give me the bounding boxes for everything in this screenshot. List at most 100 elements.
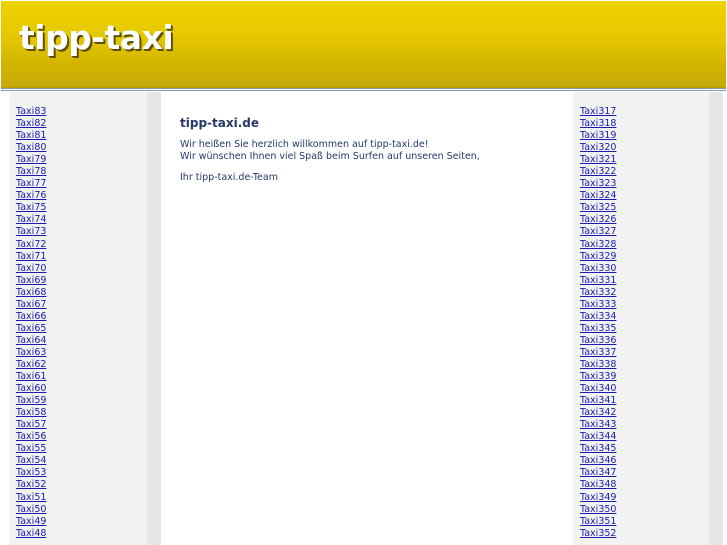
left-taxi-link[interactable]: Taxi67 [16,299,46,310]
left-taxi-link[interactable]: Taxi81 [16,130,46,141]
left-taxi-link[interactable]: Taxi58 [16,407,46,418]
right-taxi-list-item: Taxi321 [580,154,616,166]
left-taxi-link[interactable]: Taxi60 [16,383,46,394]
page: tipp-taxi Taxi83 Taxi82 Taxi81 Taxi80 Taxi79… [0,0,727,545]
right-taxi-link[interactable]: Taxi335 [580,323,616,334]
left-taxi-list-item: Taxi55 [16,443,46,455]
signature-text: Ihr tipp-taxi.de-Team [180,172,278,183]
left-taxi-link[interactable]: Taxi68 [16,287,46,298]
right-taxi-link[interactable]: Taxi327 [580,226,616,237]
right-taxi-link[interactable]: Taxi349 [580,492,616,503]
right-taxi-link[interactable]: Taxi329 [580,251,616,262]
right-taxi-list-item: Taxi349 [580,492,616,504]
left-taxi-link[interactable]: Taxi73 [16,226,46,237]
left-taxi-link[interactable]: Taxi48 [16,528,46,539]
right-taxi-link[interactable]: Taxi344 [580,431,616,442]
left-taxi-link[interactable]: Taxi50 [16,504,46,515]
left-taxi-link[interactable]: Taxi75 [16,202,46,213]
right-taxi-link[interactable]: Taxi325 [580,202,616,213]
left-taxi-link[interactable]: Taxi78 [16,166,46,177]
left-taxi-link[interactable]: Taxi74 [16,214,46,225]
right-taxi-link[interactable]: Taxi352 [580,528,616,539]
right-taxi-link[interactable]: Taxi347 [580,467,616,478]
left-taxi-list-item: Taxi71 [16,251,46,263]
left-taxi-link[interactable]: Taxi79 [16,154,46,165]
right-taxi-link[interactable]: Taxi322 [580,166,616,177]
right-taxi-link[interactable]: Taxi351 [580,516,616,527]
left-taxi-link[interactable]: Taxi51 [16,492,46,503]
right-taxi-link[interactable]: Taxi338 [580,359,616,370]
left-taxi-list-item: Taxi82 [16,118,46,130]
right-taxi-link[interactable]: Taxi340 [580,383,616,394]
left-taxi-link[interactable]: Taxi82 [16,118,46,129]
left-taxi-link[interactable]: Taxi65 [16,323,46,334]
left-taxi-list-item: Taxi80 [16,142,46,154]
right-taxi-link[interactable]: Taxi332 [580,287,616,298]
right-taxi-list-item: Taxi323 [580,178,616,190]
left-taxi-link[interactable]: Taxi66 [16,311,46,322]
page-title: tipp-taxi.de [180,116,259,130]
left-taxi-list-item: Taxi76 [16,190,46,202]
left-taxi-link[interactable]: Taxi64 [16,335,46,346]
right-taxi-link[interactable]: Taxi348 [580,479,616,490]
right-taxi-link[interactable]: Taxi321 [580,154,616,165]
right-taxi-list-item: Taxi318 [580,118,616,130]
left-taxi-list-item: Taxi69 [16,275,46,287]
left-taxi-link[interactable]: Taxi63 [16,347,46,358]
right-taxi-link[interactable]: Taxi336 [580,335,616,346]
site-header: tipp-taxi [1,1,726,88]
right-taxi-link[interactable]: Taxi339 [580,371,616,382]
left-taxi-link[interactable]: Taxi76 [16,190,46,201]
right-taxi-link[interactable]: Taxi345 [580,443,616,454]
left-taxi-link[interactable]: Taxi57 [16,419,46,430]
right-taxi-link[interactable]: Taxi343 [580,419,616,430]
right-taxi-list-item: Taxi335 [580,323,616,335]
left-taxi-link[interactable]: Taxi59 [16,395,46,406]
right-taxi-link[interactable]: Taxi350 [580,504,616,515]
right-taxi-link[interactable]: Taxi333 [580,299,616,310]
left-taxi-link[interactable]: Taxi72 [16,239,46,250]
left-taxi-link[interactable]: Taxi62 [16,359,46,370]
left-taxi-link[interactable]: Taxi56 [16,431,46,442]
left-taxi-link[interactable]: Taxi71 [16,251,46,262]
left-taxi-link[interactable]: Taxi83 [16,106,46,117]
right-taxi-link[interactable]: Taxi317 [580,106,616,117]
right-taxi-link[interactable]: Taxi328 [580,239,616,250]
left-taxi-link[interactable]: Taxi70 [16,263,46,274]
right-taxi-link[interactable]: Taxi342 [580,407,616,418]
right-taxi-link[interactable]: Taxi334 [580,311,616,322]
right-taxi-list-item: Taxi319 [580,130,616,142]
right-taxi-link[interactable]: Taxi330 [580,263,616,274]
left-taxi-link[interactable]: Taxi49 [16,516,46,527]
right-taxi-link[interactable]: Taxi337 [580,347,616,358]
right-taxi-link[interactable]: Taxi319 [580,130,616,141]
left-taxi-link[interactable]: Taxi54 [16,455,46,466]
right-taxi-list-item: Taxi330 [580,263,616,275]
right-taxi-link[interactable]: Taxi318 [580,118,616,129]
left-taxi-link[interactable]: Taxi55 [16,443,46,454]
left-taxi-link[interactable]: Taxi53 [16,467,46,478]
right-taxi-list-item: Taxi339 [580,371,616,383]
left-taxi-list-item: Taxi73 [16,226,46,238]
welcome-text-line-2: Wir wünschen Ihnen viel Spaß beim Surfen… [180,151,480,162]
left-taxi-link[interactable]: Taxi52 [16,479,46,490]
left-sidebar: Taxi83 Taxi82 Taxi81 Taxi80 Taxi79 Taxi78 Taxi… [9,92,161,545]
left-taxi-list-item: Taxi58 [16,407,46,419]
right-taxi-link[interactable]: Taxi331 [580,275,616,286]
right-taxi-link[interactable]: Taxi324 [580,190,616,201]
right-taxi-link[interactable]: Taxi346 [580,455,616,466]
right-taxi-link[interactable]: Taxi341 [580,395,616,406]
right-taxi-list-item: Taxi341 [580,395,616,407]
right-taxi-list-item: Taxi327 [580,226,616,238]
right-taxi-link[interactable]: Taxi323 [580,178,616,189]
left-taxi-link[interactable]: Taxi61 [16,371,46,382]
right-taxi-list-item: Taxi334 [580,311,616,323]
left-taxi-list-item: Taxi72 [16,239,46,251]
right-taxi-link[interactable]: Taxi320 [580,142,616,153]
left-taxi-list-item: Taxi64 [16,335,46,347]
left-taxi-link[interactable]: Taxi77 [16,178,46,189]
right-taxi-link[interactable]: Taxi326 [580,214,616,225]
site-logo[interactable]: tipp-taxi [19,21,174,54]
left-taxi-link[interactable]: Taxi80 [16,142,46,153]
left-taxi-link[interactable]: Taxi69 [16,275,46,286]
